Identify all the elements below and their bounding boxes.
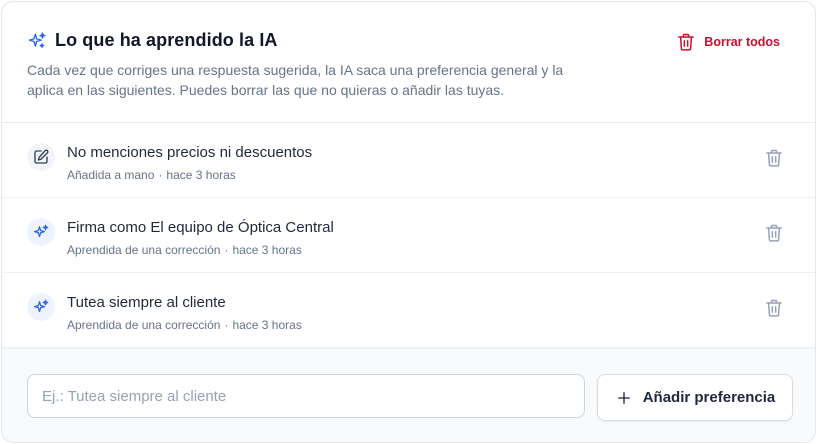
learned-preferences-card: Lo que ha aprendido la IA Cada vez que c… — [1, 1, 816, 443]
plus-icon — [617, 391, 630, 404]
preference-source: Aprendida de una corrección — [67, 243, 221, 257]
meta-separator: · — [158, 168, 163, 182]
sparkle-icon — [27, 218, 55, 246]
add-preference-footer: Añadir preferencia — [2, 348, 815, 442]
trash-icon — [766, 224, 782, 242]
preference-input[interactable] — [27, 374, 585, 418]
sparkle-icon — [27, 31, 47, 51]
preferences-list: No menciones precios ni descuentos Añadi… — [2, 123, 815, 348]
add-preference-label: Añadir preferencia — [642, 389, 776, 406]
trash-icon — [678, 33, 695, 51]
delete-preference-button[interactable] — [761, 145, 787, 171]
trash-icon — [766, 149, 782, 167]
preference-item: No menciones precios ni descuentos Añadi… — [2, 123, 815, 198]
delete-preference-button[interactable] — [761, 295, 787, 321]
preference-meta: Aprendida de una corrección · hace 3 horas — [67, 318, 302, 332]
preference-meta: Aprendida de una corrección · hace 3 horas — [67, 243, 302, 257]
preference-source: Aprendida de una corrección — [67, 318, 221, 332]
preference-item: Firma como El equipo de Óptica Central A… — [2, 198, 815, 273]
preference-text: Firma como El equipo de Óptica Central — [67, 219, 334, 236]
clear-all-button[interactable]: Borrar todos — [676, 32, 780, 52]
meta-separator: · — [224, 243, 229, 257]
trash-icon — [766, 299, 782, 317]
preference-source: Añadida a mano — [67, 168, 155, 182]
preference-item: Tutea siempre al cliente Aprendida de un… — [2, 273, 815, 348]
page-description: Cada vez que corriges una respuesta suge… — [27, 62, 564, 98]
add-preference-button[interactable]: Añadir preferencia — [597, 374, 793, 421]
page-title: Lo que ha aprendido la IA — [55, 30, 278, 50]
card-header: Lo que ha aprendido la IA Cada vez que c… — [2, 2, 815, 123]
clear-all-label: Borrar todos — [704, 35, 780, 49]
delete-preference-button[interactable] — [761, 220, 787, 246]
pencil-icon — [27, 143, 55, 171]
title-row: Lo que ha aprendido la IA — [27, 30, 278, 51]
preference-text: No menciones precios ni descuentos — [67, 144, 313, 161]
preference-time: hace 3 horas — [232, 318, 302, 332]
sparkle-icon — [27, 293, 55, 321]
preference-time: hace 3 horas — [166, 168, 236, 182]
preference-text: Tutea siempre al cliente — [67, 294, 226, 311]
preference-meta: Añadida a mano · hace 3 horas — [67, 168, 236, 182]
meta-separator: · — [224, 318, 229, 332]
preference-time: hace 3 horas — [232, 243, 302, 257]
